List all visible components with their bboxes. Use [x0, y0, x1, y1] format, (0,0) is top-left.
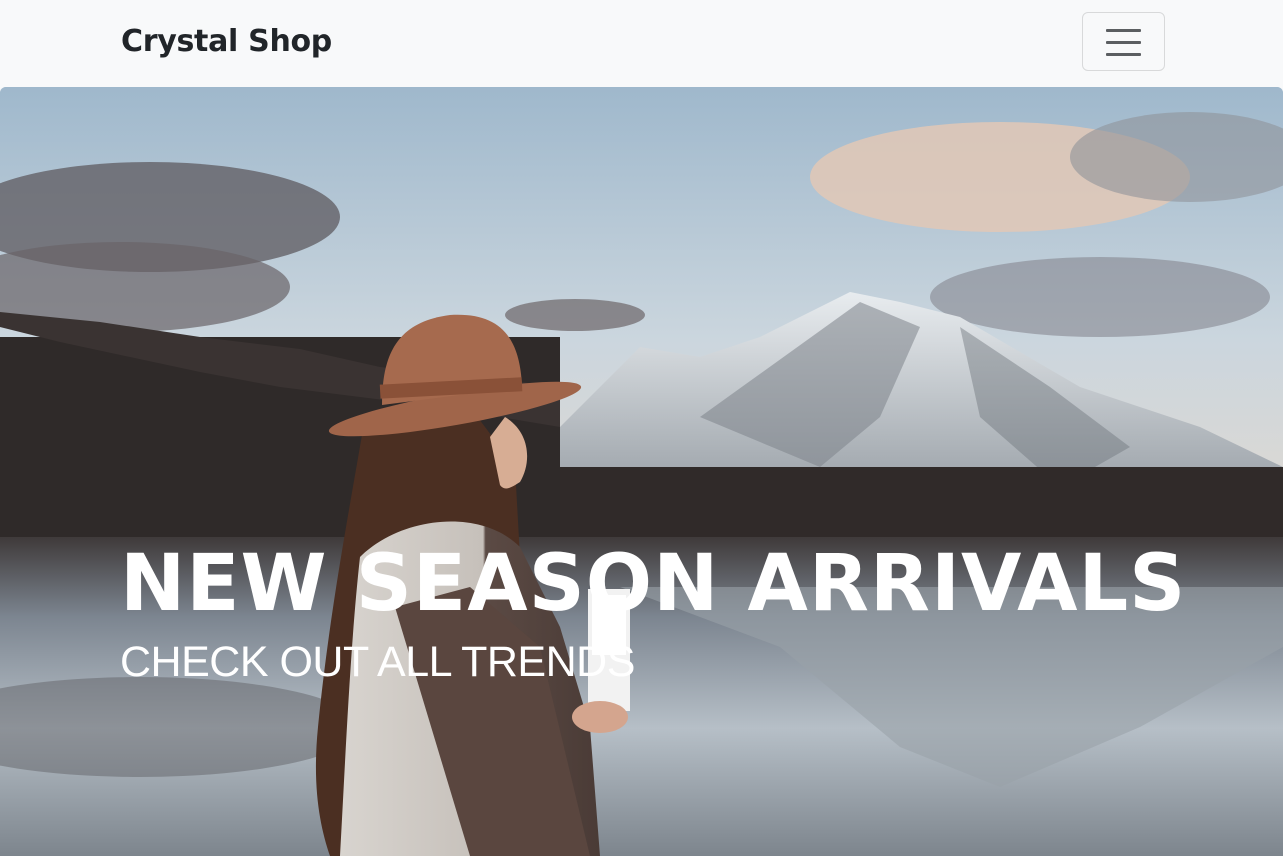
- hamburger-menu-icon-line: [1106, 41, 1141, 44]
- hamburger-menu-icon: [1106, 29, 1141, 32]
- navbar-toggler-button[interactable]: [1082, 12, 1165, 71]
- hero-title: NEW SEASON ARRIVALS: [120, 539, 1187, 629]
- hamburger-menu-icon-line: [1106, 53, 1141, 56]
- hero-background-image: [0, 87, 1283, 856]
- navbar: Crystal Shop: [0, 0, 1283, 87]
- hero-banner: NEW SEASON ARRIVALS CHECK OUT ALL TRENDS: [0, 87, 1283, 856]
- hero-subtitle: CHECK OUT ALL TRENDS: [120, 638, 635, 686]
- brand-logo-link[interactable]: Crystal Shop: [121, 20, 332, 64]
